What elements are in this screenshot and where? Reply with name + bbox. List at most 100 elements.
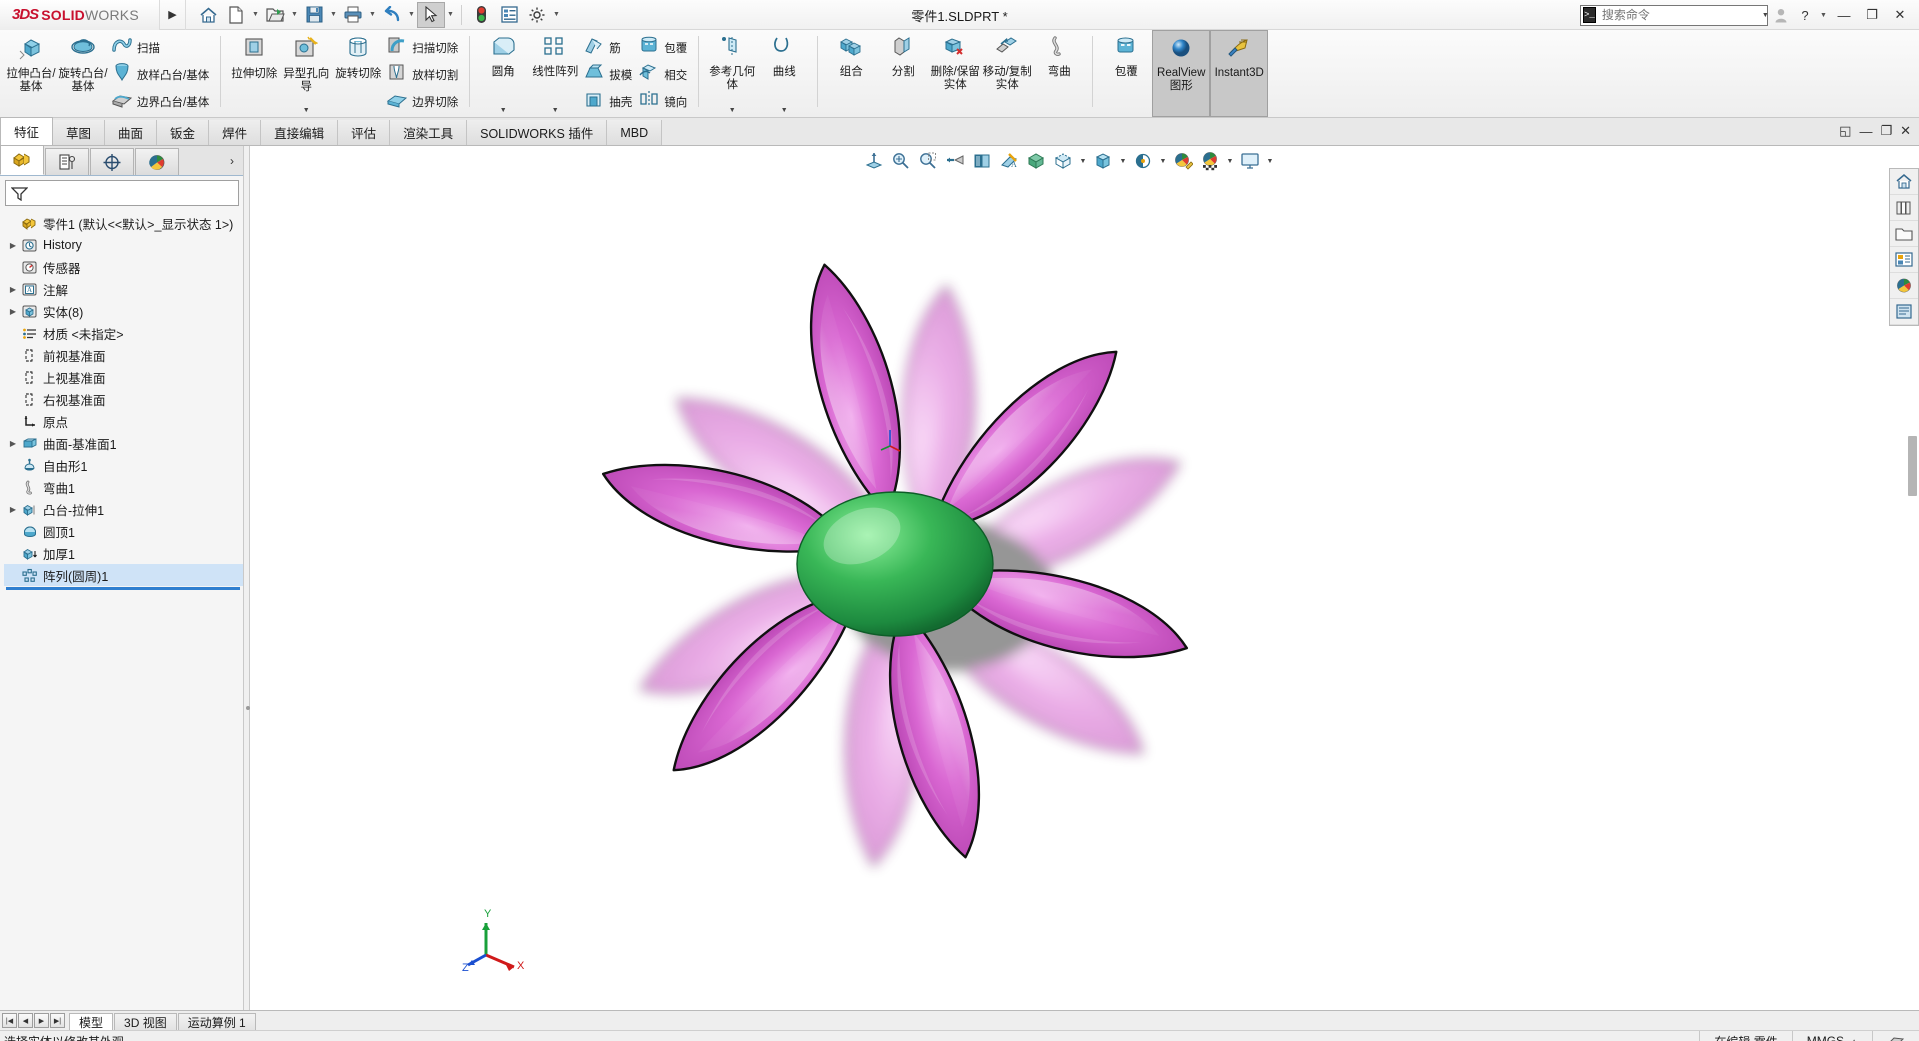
tree-item-history[interactable]: ▶ History [4, 234, 244, 256]
tree-item-thicken[interactable]: 加厚1 [4, 542, 244, 564]
linear-pattern-dropdown-icon[interactable]: ▼ [552, 107, 559, 114]
sweep-button[interactable]: 扫描 [109, 35, 213, 60]
curves-button[interactable]: 曲线 ▼ [758, 30, 810, 117]
split-button[interactable]: 分割 [877, 30, 929, 117]
tab-sheetmetal[interactable]: 钣金 [157, 120, 210, 145]
tree-item-flex[interactable]: 弯曲1 [4, 476, 244, 498]
help-icon[interactable]: ? [1794, 2, 1816, 28]
tree-expander[interactable]: ▶ [6, 307, 20, 316]
instant3d-button[interactable]: Instant3D [1210, 30, 1269, 117]
reference-geometry-dropdown-icon[interactable]: ▼ [729, 107, 736, 114]
flex-button[interactable]: 弯曲 [1033, 30, 1085, 117]
rebuild-icon[interactable] [467, 2, 495, 28]
solidworks-logo[interactable]: 3DS SOLIDWORKS [0, 0, 160, 30]
select-dropdown-icon[interactable]: ▼ [445, 2, 456, 28]
fillet-button[interactable]: 圆角 ▼ [477, 30, 529, 117]
graphics-scrollbar[interactable] [1908, 436, 1917, 496]
bottom-tab-motion-study[interactable]: 运动算例 1 [177, 1012, 256, 1031]
new-document-icon[interactable] [222, 2, 250, 28]
tree-rollback-bar[interactable] [6, 587, 240, 590]
close-view-button[interactable]: ✕ [1900, 123, 1911, 139]
search-box[interactable]: >_ ▼ [1580, 4, 1769, 26]
display-manager-tab[interactable] [135, 148, 179, 175]
hole-wizard-button[interactable]: 异型孔向导 ▼ [280, 30, 332, 117]
tab-evaluate[interactable]: 评估 [338, 120, 391, 145]
loft-cut-button[interactable]: 放样切割 [384, 62, 462, 87]
units-caret-icon[interactable]: ▲ [1850, 1037, 1858, 1041]
extrude-boss-button[interactable]: 拉伸凸台/基体 [5, 30, 57, 117]
tree-item-solid-bodies[interactable]: ▶ 实体(8) [4, 300, 244, 322]
open-folder-icon[interactable] [261, 2, 289, 28]
open-dropdown-icon[interactable]: ▼ [289, 2, 300, 28]
close-button[interactable]: ✕ [1887, 2, 1913, 28]
select-arrow-icon[interactable] [417, 1, 445, 28]
tab-direct-editing[interactable]: 直接编辑 [261, 120, 339, 145]
undo-icon[interactable] [378, 2, 406, 28]
tree-item-boss-extrude[interactable]: ▶ 凸台-拉伸1 [4, 498, 244, 520]
prev-tab-button[interactable]: ◀ [18, 1013, 33, 1028]
tree-item-material[interactable]: 材质 <未指定> [4, 322, 244, 344]
tree-item-right-plane[interactable]: 右视基准面 [4, 388, 244, 410]
gear-dropdown-icon[interactable]: ▼ [551, 2, 562, 28]
panel-expand-arrow-icon[interactable]: › [230, 154, 244, 168]
maximize-view-button[interactable]: ❐ [1880, 123, 1892, 139]
menu-expand-arrow-icon[interactable]: ▶ [160, 0, 186, 30]
mirror-button[interactable]: 镜向 [636, 89, 691, 114]
task-pane-icon[interactable] [1890, 247, 1918, 273]
tree-item-surface-plane[interactable]: ▶ 曲面-基准面1 [4, 432, 244, 454]
tree-item-origin[interactable]: 原点 [4, 410, 244, 432]
minimize-button[interactable]: — [1831, 2, 1857, 28]
last-tab-button[interactable]: ▶| [50, 1013, 65, 1028]
tab-sketch[interactable]: 草图 [53, 120, 106, 145]
search-input[interactable] [1595, 7, 1759, 23]
folder-icon[interactable] [1890, 221, 1918, 247]
new-document-dropdown-icon[interactable]: ▼ [250, 2, 261, 28]
tree-expander[interactable]: ▶ [6, 241, 20, 250]
rib-button[interactable]: 筋 [581, 35, 636, 60]
tree-expander[interactable]: ▶ [6, 505, 20, 514]
home-view-icon[interactable] [1890, 169, 1918, 195]
revolve-boss-button[interactable]: 旋转凸台/基体 [57, 30, 109, 117]
tree-item-freeform[interactable]: 自由形1 [4, 454, 244, 476]
print-icon[interactable] [339, 2, 367, 28]
tab-features[interactable]: 特征 [0, 117, 54, 145]
delete-keep-body-button[interactable]: 删除/保留实体 [929, 30, 981, 117]
loft-boss-button[interactable]: 放样凸台/基体 [109, 62, 213, 87]
help-dropdown-icon[interactable]: ▼ [1818, 2, 1829, 28]
move-copy-body-button[interactable]: 移动/复制实体 [981, 30, 1033, 117]
save-dropdown-icon[interactable]: ▼ [328, 2, 339, 28]
curves-dropdown-icon[interactable]: ▼ [781, 107, 788, 114]
revolve-cut-button[interactable]: 旋转切除 [332, 30, 384, 117]
undo-dropdown-icon[interactable]: ▼ [406, 2, 417, 28]
fillet-dropdown-icon[interactable]: ▼ [500, 107, 507, 114]
configuration-manager-tab[interactable] [90, 148, 134, 175]
tree-item-annotations[interactable]: ▶ A 注解 [4, 278, 244, 300]
shell-button[interactable]: 抽壳 [581, 89, 636, 114]
print-dropdown-icon[interactable]: ▼ [367, 2, 378, 28]
custom-properties-icon[interactable] [1890, 299, 1918, 325]
next-tab-button[interactable]: ▶ [34, 1013, 49, 1028]
linear-pattern-button[interactable]: 线性阵列 ▼ [529, 30, 581, 117]
hole-wizard-dropdown-icon[interactable]: ▼ [303, 107, 310, 114]
tree-item-dome[interactable]: 圆顶1 [4, 520, 244, 542]
tab-mbd[interactable]: MBD [607, 120, 663, 145]
tree-item-circular-pattern[interactable]: 阵列(圆周)1 [4, 564, 244, 586]
minimize-view-button[interactable]: — [1859, 124, 1872, 139]
save-icon[interactable] [300, 2, 328, 28]
tree-expander[interactable]: ▶ [6, 285, 20, 294]
flower-center-dome[interactable] [796, 491, 994, 637]
options-list-icon[interactable] [495, 2, 523, 28]
reference-geometry-button[interactable]: 参考几何体 ▼ [706, 30, 758, 117]
gear-icon[interactable] [523, 2, 551, 28]
tree-item-top-plane[interactable]: 上视基准面 [4, 366, 244, 388]
appearance-sphere-icon[interactable] [1890, 273, 1918, 299]
flower-model-3d[interactable] [250, 146, 1919, 1015]
combine-button[interactable]: 组合 [825, 30, 877, 117]
feature-manager-tab[interactable] [0, 145, 44, 175]
boundary-cut-button[interactable]: 边界切除 [384, 89, 462, 114]
restore-view-button[interactable]: ◱ [1839, 123, 1851, 139]
tree-root[interactable]: 零件1 (默认<<默认>_显示状态 1>) [4, 212, 244, 234]
home-icon[interactable] [194, 2, 222, 28]
bottom-tab-model[interactable]: 模型 [69, 1012, 114, 1031]
sweep-cut-button[interactable]: 扫描切除 [384, 35, 462, 60]
